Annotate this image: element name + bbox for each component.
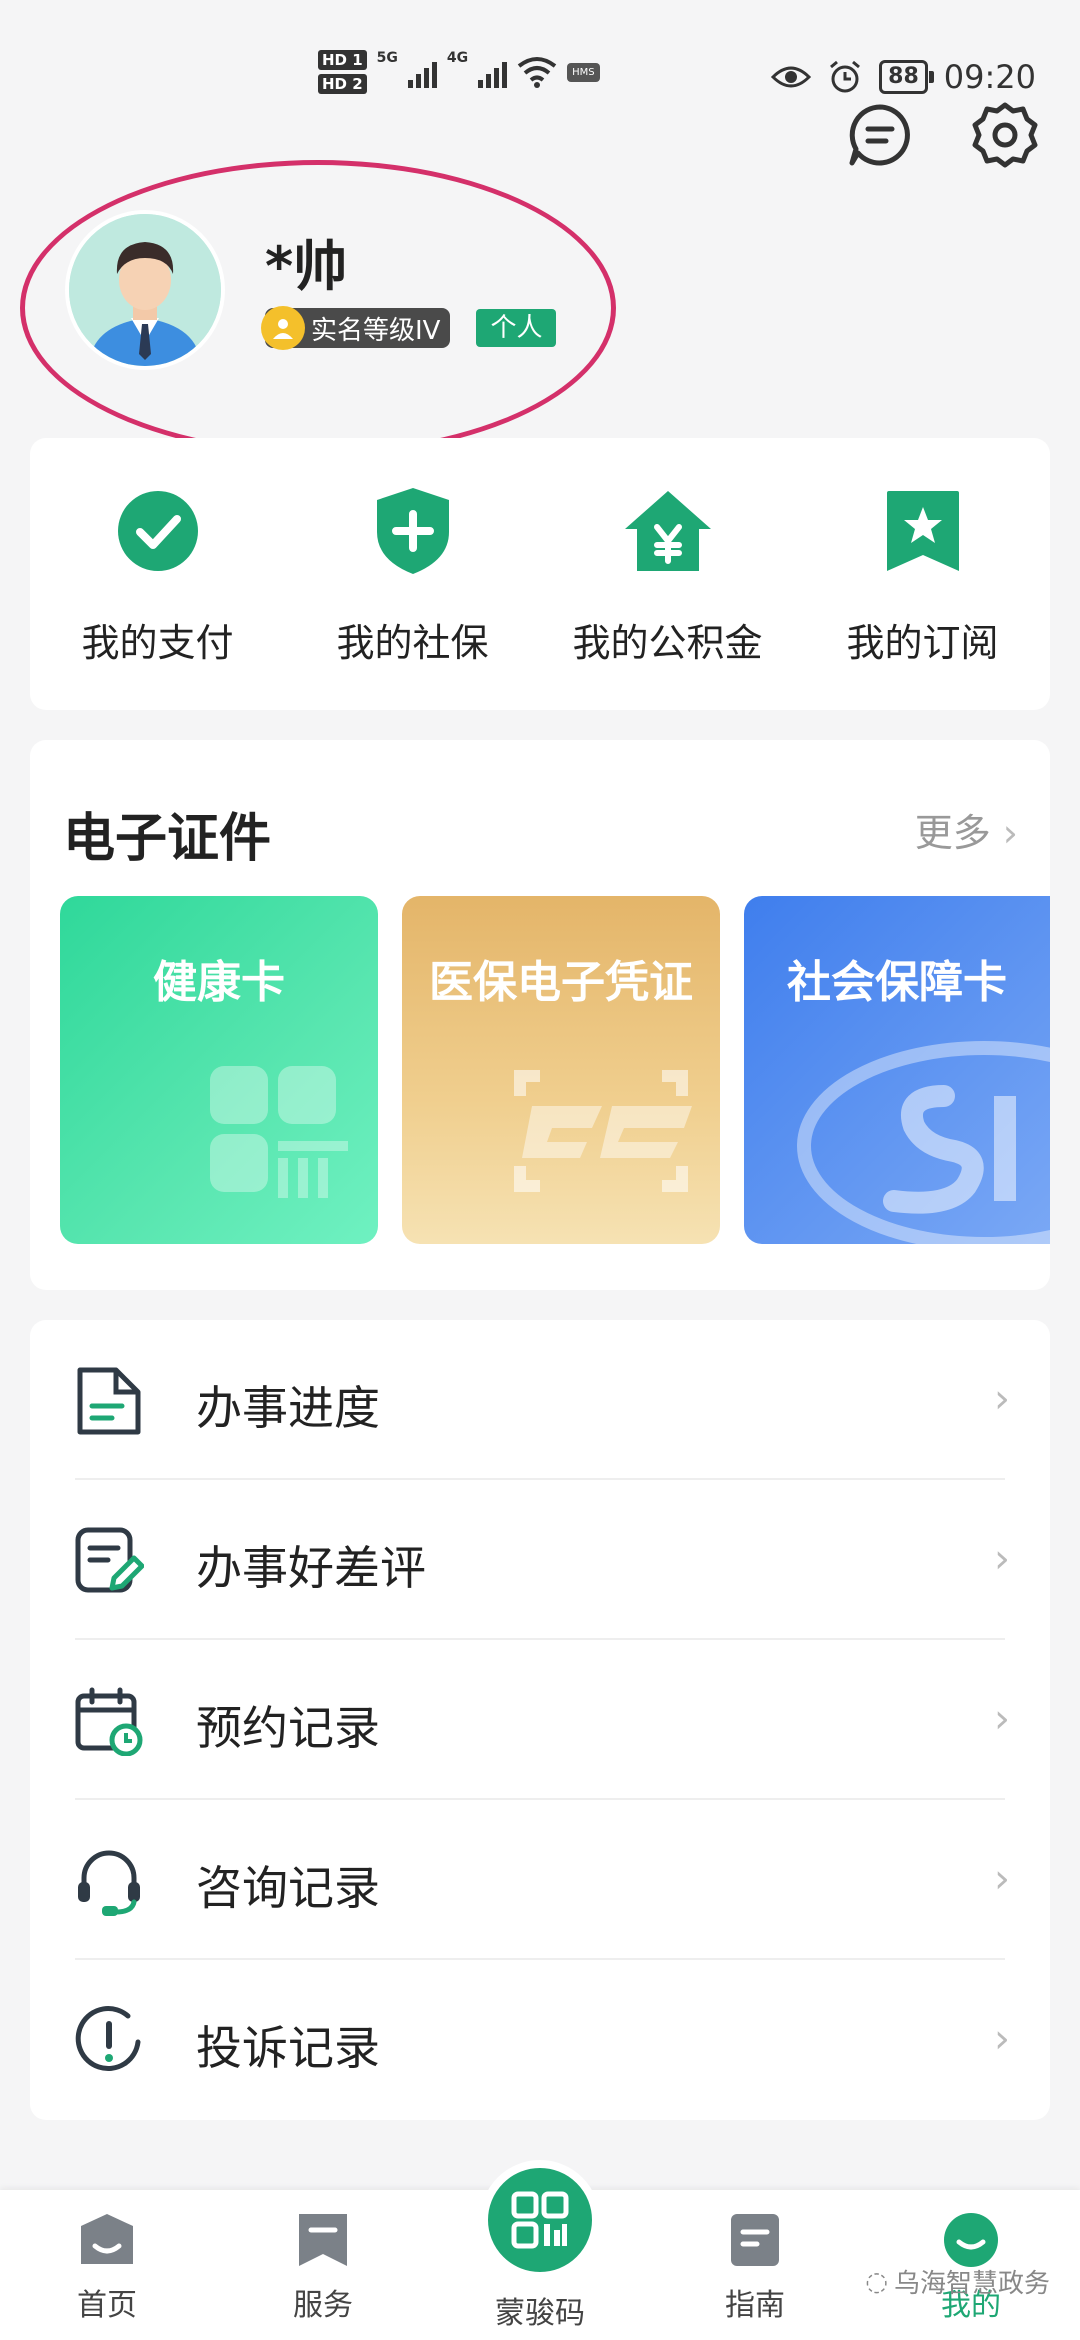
nav-label: 服务 <box>293 2288 353 2323</box>
hd1-indicator: HD 1 <box>318 50 367 70</box>
mine-icon <box>941 2210 1001 2270</box>
qr-decoration-icon <box>210 1066 348 1198</box>
menu-item-progress[interactable]: 办事进度 › <box>30 1320 1050 1480</box>
message-icon <box>849 104 910 166</box>
chevron-right-icon: › <box>994 2016 1010 2062</box>
exclamation-circle-icon <box>74 2006 144 2076</box>
avatar[interactable] <box>65 210 225 370</box>
nav-home[interactable]: 首页 <box>32 2190 182 2324</box>
shield-plus-icon <box>368 486 458 576</box>
network-4g-label: 4G <box>446 50 469 66</box>
status-right: 88 09:20 <box>771 58 1036 96</box>
alarm-icon <box>830 60 861 93</box>
battery-indicator: 88 <box>879 60 934 94</box>
service-bookmark-icon <box>293 2210 353 2270</box>
calendar-clock-icon <box>74 1686 144 1756</box>
check-circle-icon <box>113 486 203 576</box>
header-actions <box>845 100 1040 170</box>
bottom-navigation: 首页 服务 蒙骏码 指南 我的 ◌ 乌海智慧政务 <box>0 2160 1080 2340</box>
account-type-badge: 个人 <box>476 309 557 347</box>
bookmark-star-icon <box>878 486 968 576</box>
medical-insurance-card[interactable]: 医保电子凭证 <box>402 896 720 1244</box>
gear-icon <box>972 102 1038 168</box>
user-name: *帅 <box>265 235 348 298</box>
hd-indicators: HD 1 HD 2 <box>318 50 367 94</box>
nav-code-button[interactable] <box>480 2160 600 2280</box>
user-coin-icon <box>261 306 305 350</box>
e-certificates-card: 电子证件 更多 › 健康卡 医保电子凭证 社会保障卡 <box>30 740 1050 1290</box>
guide-document-icon <box>725 2210 785 2270</box>
watermark-text: 乌海智慧政务 <box>893 2269 1050 2299</box>
watermark: ◌ 乌海智慧政务 <box>865 2263 1050 2300</box>
signal-icon-2 <box>478 56 508 88</box>
menu-item-appointment[interactable]: 预约记录 › <box>30 1640 1050 1800</box>
quick-action-payment[interactable]: 我的支付 <box>30 438 285 710</box>
nav-code-label: 蒙骏码 <box>495 2296 585 2331</box>
signal-icon <box>407 56 437 88</box>
menu-item-label: 办事进度 <box>196 1381 380 1435</box>
nav-guide[interactable]: 指南 <box>680 2190 830 2324</box>
hms-badge: HMS <box>567 62 600 82</box>
document-icon <box>74 1366 144 1436</box>
house-yen-icon <box>623 486 713 576</box>
real-name-level-text: 实名等级IV <box>311 315 441 346</box>
menu-item-complaint[interactable]: 投诉记录 › <box>30 1960 1050 2120</box>
more-label: 更多 <box>914 811 991 855</box>
menu-item-consultation[interactable]: 咨询记录 › <box>30 1800 1050 1960</box>
status-time: 09:20 <box>943 58 1036 96</box>
menu-item-label: 办事好差评 <box>196 1541 426 1595</box>
records-menu-card: 办事进度 › 办事好差评 › 预约记录 › 咨询记录 › 投诉记录 › <box>30 1320 1050 2120</box>
review-edit-icon <box>74 1526 144 1596</box>
nav-service[interactable]: 服务 <box>248 2190 398 2324</box>
badge-group: 实名等级IV 个人 <box>261 306 557 350</box>
e-certificates-title: 电子证件 <box>63 809 272 869</box>
chevron-right-icon: › <box>1002 811 1018 855</box>
network-5g-label: 5G <box>376 50 398 66</box>
chevron-right-icon: › <box>994 1376 1010 1422</box>
chs-logo-icon <box>514 1070 692 1192</box>
nav-label: 指南 <box>725 2288 785 2323</box>
avatar-icon <box>69 214 221 366</box>
quick-action-label: 我的订阅 <box>846 621 999 665</box>
health-card[interactable]: 健康卡 <box>60 896 378 1244</box>
status-left: HD 1 HD 2 5G 4G HMS <box>318 50 600 94</box>
home-icon <box>77 2210 137 2270</box>
profile-section[interactable]: *帅 实名等级IV 个人 <box>20 160 620 460</box>
quick-action-housing-fund[interactable]: 我的公积金 <box>540 438 795 710</box>
menu-item-label: 预约记录 <box>196 1701 380 1755</box>
social-security-card[interactable]: 社会保障卡 <box>744 896 1050 1244</box>
nav-label: 首页 <box>77 2288 137 2323</box>
menu-item-label: 投诉记录 <box>196 2021 380 2075</box>
headset-icon <box>74 1846 144 1916</box>
settings-button[interactable] <box>970 100 1040 170</box>
wechat-icon: ◌ <box>865 2266 888 2297</box>
real-name-level-badge[interactable]: 实名等级IV <box>261 306 451 350</box>
quick-action-subscription[interactable]: 我的订阅 <box>795 438 1050 710</box>
e-certificates-more-link[interactable]: 更多 › <box>915 802 1018 857</box>
chevron-right-icon: › <box>994 1536 1010 1582</box>
si-logo-icon <box>797 1041 1050 1244</box>
chevron-right-icon: › <box>994 1696 1010 1742</box>
eye-icon <box>771 66 812 88</box>
menu-item-review[interactable]: 办事好差评 › <box>30 1480 1050 1640</box>
menu-item-label: 咨询记录 <box>196 1861 380 1915</box>
chevron-right-icon: › <box>994 1856 1010 1902</box>
quick-action-social-security[interactable]: 我的社保 <box>285 438 540 710</box>
quick-action-label: 我的社保 <box>336 621 489 665</box>
nav-mine[interactable]: 我的 <box>896 2190 1046 2324</box>
wifi-icon <box>517 57 557 88</box>
status-bar: HD 1 HD 2 5G 4G HMS 88 09:20 <box>0 0 1080 110</box>
quick-action-label: 我的公积金 <box>572 621 763 665</box>
hd2-indicator: HD 2 <box>318 74 367 94</box>
quick-action-label: 我的支付 <box>81 621 234 665</box>
qr-code-icon <box>511 2191 569 2249</box>
message-button[interactable] <box>845 100 915 170</box>
quick-actions-card: 我的支付 我的社保 我的公积金 我的订阅 <box>30 438 1050 710</box>
